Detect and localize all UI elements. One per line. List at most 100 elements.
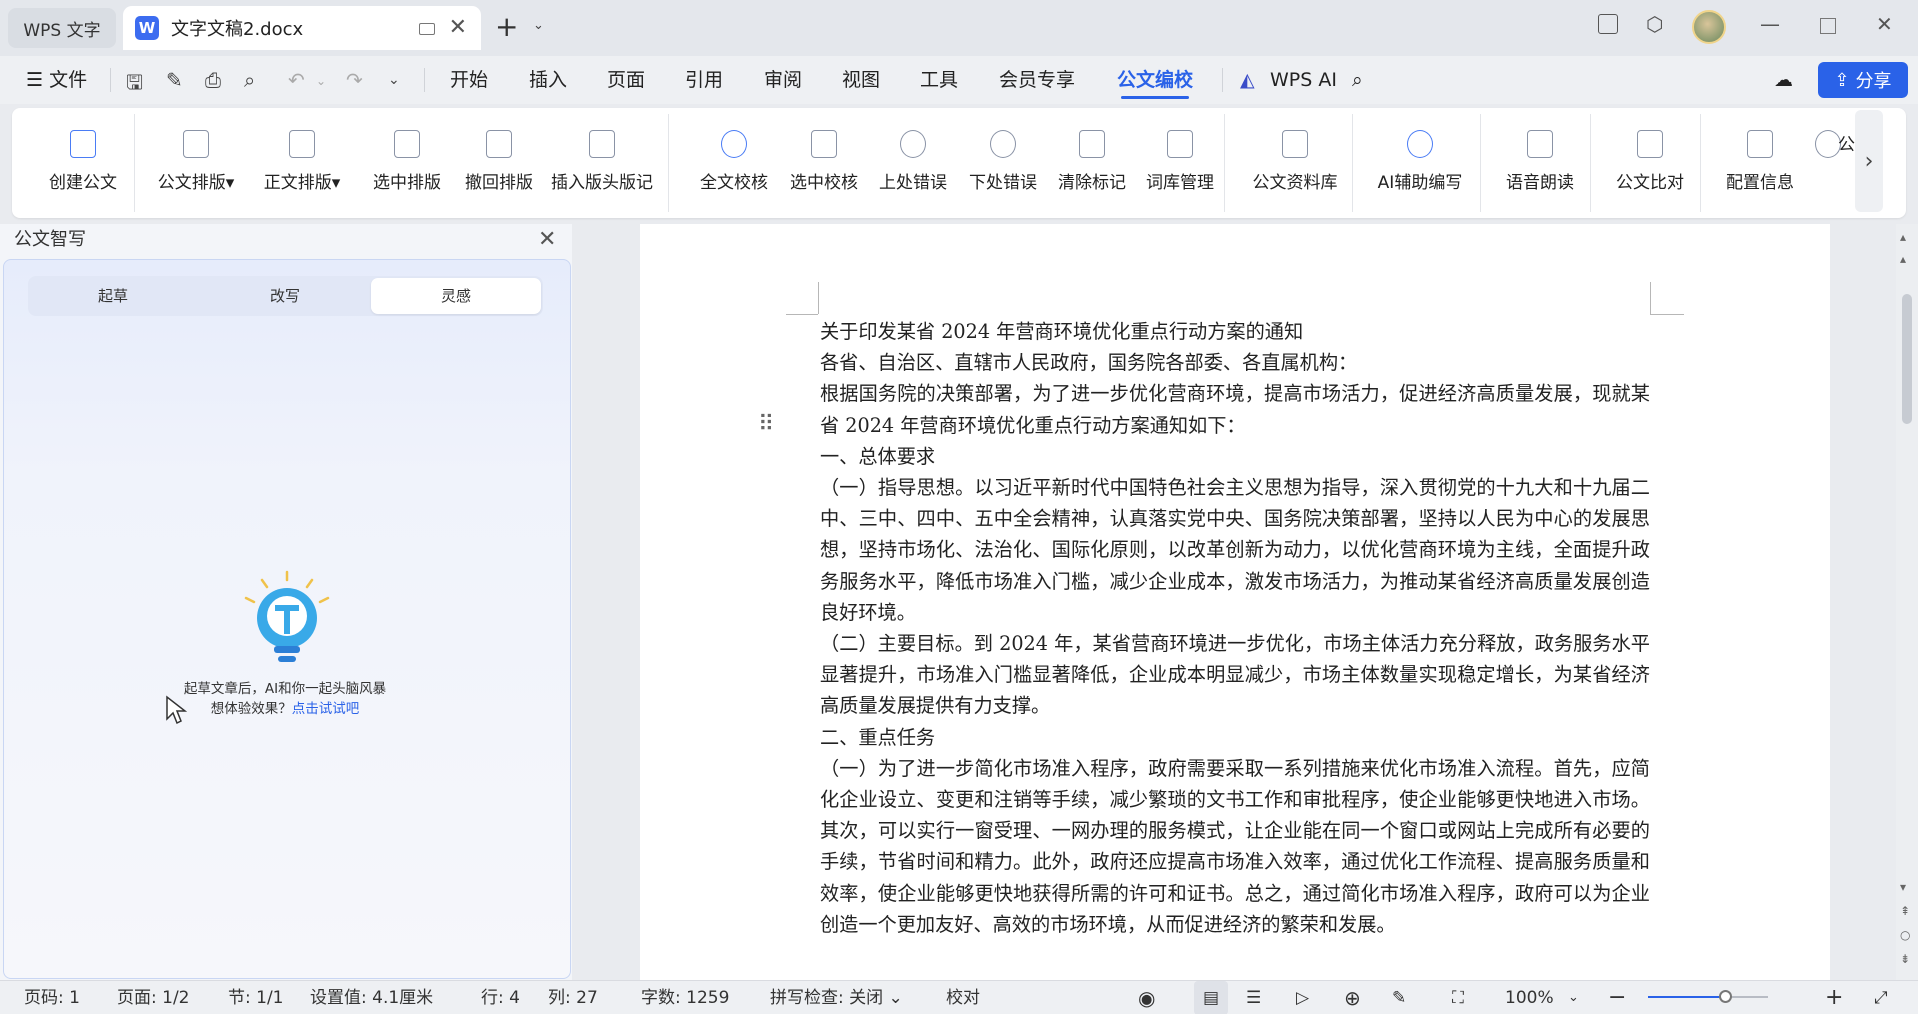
app-home-tab[interactable]: WPS 文字 <box>8 8 116 48</box>
truncated-ribbon-button[interactable]: 公 <box>1808 108 1855 218</box>
document-body[interactable]: 关于印发某省 2024 年营商环境优化重点行动方案的通知 各省、自治区、直辖市人… <box>820 316 1650 940</box>
scroll-down-arrow-icon[interactable]: ▾ <box>1900 880 1906 894</box>
scrollbar-thumb[interactable] <box>1902 294 1912 424</box>
divider <box>110 68 111 92</box>
minimize-icon[interactable]: — <box>1760 12 1780 36</box>
scroll-up-small-icon[interactable]: ▴ <box>1900 252 1906 266</box>
tab-rewrite[interactable]: 改写 <box>200 276 370 316</box>
side-panel-title: 公文智写 <box>14 229 86 250</box>
ribbon-scroll-right-button[interactable]: › <box>1855 110 1883 212</box>
status-wordcount[interactable]: 字数: 1259 <box>641 981 729 1014</box>
status-proof[interactable]: 校对 <box>946 981 980 1014</box>
fullscreen-icon[interactable]: ⤢ <box>1874 981 1888 1014</box>
window-switch-icon[interactable] <box>1598 14 1618 34</box>
selection-layout-button[interactable]: 选中排版 <box>360 108 454 218</box>
chevron-down-icon[interactable]: ⌄ <box>533 18 544 33</box>
status-section[interactable]: 节: 1/1 <box>228 981 284 1014</box>
chevron-right-circle-icon <box>990 130 1016 158</box>
button-label: 插入版头版记 <box>551 173 653 193</box>
cloud-icon[interactable]: ☁ <box>1774 56 1793 104</box>
menu-member[interactable]: 会员专享 <box>999 56 1075 104</box>
doc-library-button[interactable]: 公文资料库 <box>1240 108 1350 218</box>
menu-start[interactable]: 开始 <box>450 56 488 104</box>
zoom-dropdown-icon[interactable]: ⌄ <box>1568 981 1579 1014</box>
print-icon[interactable]: ⎙ <box>205 68 221 92</box>
monitor-icon[interactable] <box>419 23 435 35</box>
body-layout-button[interactable]: 正文排版▾ <box>252 108 352 218</box>
hint-line1: 起草文章后，AI和你一起头脑风暴 <box>183 681 387 697</box>
status-spellcheck[interactable]: 拼写检查: 关闭 ⌄ <box>770 981 903 1014</box>
prev-error-button[interactable]: 上处错误 <box>867 108 959 218</box>
create-doc-button[interactable]: 创建公文 <box>28 108 138 218</box>
scroll-up-arrow-icon[interactable]: ▴ <box>1900 230 1906 244</box>
print-preview-icon[interactable]: ⌕ <box>244 68 255 92</box>
zoom-level[interactable]: 100% <box>1505 981 1554 1014</box>
undo-dropdown-icon[interactable]: ⌄ <box>316 74 326 88</box>
close-window-icon[interactable]: ✕ <box>1876 12 1893 36</box>
status-setting[interactable]: 设置值: 4.1厘米 <box>310 981 433 1014</box>
menu-references[interactable]: 引用 <box>685 56 723 104</box>
zoom-out-icon[interactable]: − <box>1608 981 1626 1014</box>
full-proofread-button[interactable]: 全文校核 <box>688 108 780 218</box>
save-icon[interactable]: 🖫 <box>126 68 143 102</box>
zoom-in-icon[interactable]: + <box>1825 981 1843 1014</box>
cube-icon[interactable]: ⬡ <box>1646 12 1663 36</box>
menu-insert[interactable]: 插入 <box>529 56 567 104</box>
browse-object-icon[interactable]: ○ <box>1900 928 1910 942</box>
menu-page[interactable]: 页面 <box>607 56 645 104</box>
tab-draft[interactable]: 起草 <box>28 276 198 316</box>
doc-layout-button[interactable]: 公文排版▾ <box>146 108 246 218</box>
menu-review[interactable]: 审阅 <box>764 56 802 104</box>
pen-icon[interactable]: ✎ <box>1392 981 1406 1014</box>
close-tab-icon[interactable]: ✕ <box>449 15 467 40</box>
doc-layout-icon <box>183 130 209 158</box>
selection-proofread-button[interactable]: 选中校核 <box>778 108 870 218</box>
menu-file[interactable]: ☰ 文件 <box>26 56 87 104</box>
new-tab-button[interactable]: + <box>495 10 518 43</box>
button-text: 公文排版 <box>157 173 226 193</box>
read-aloud-button[interactable]: 语音朗读 <box>1492 108 1588 218</box>
ai-assist-button[interactable]: AI辅助编写 <box>1364 108 1476 218</box>
more-quick-actions-icon[interactable]: ⌄ <box>388 72 400 88</box>
status-page[interactable]: 页面: 1/2 <box>117 981 190 1014</box>
config-info-button[interactable]: 配置信息 <box>1712 108 1808 218</box>
doc-paragraph: （一）为了进一步简化市场准入程序，政府需要采取一系列措施来优化市场准入流程。首先… <box>820 756 1650 936</box>
eye-icon[interactable]: ◉ <box>1138 981 1155 1014</box>
share-button[interactable]: ⇪ 分享 <box>1818 62 1908 98</box>
page-view-icon[interactable]: ▤ <box>1194 981 1228 1014</box>
outline-view-icon[interactable]: ☰ <box>1246 981 1261 1014</box>
maximize-icon[interactable] <box>1820 18 1836 34</box>
status-page-code[interactable]: 页码: 1 <box>24 981 80 1014</box>
next-error-button[interactable]: 下处错误 <box>957 108 1049 218</box>
menu-official-doc[interactable]: 公文编校 <box>1117 56 1193 104</box>
play-icon[interactable]: ▷ <box>1296 981 1309 1014</box>
undo-layout-button[interactable]: 撤回排版 <box>452 108 546 218</box>
menu-tools[interactable]: 工具 <box>920 56 958 104</box>
clear-marks-button[interactable]: 清除标记 <box>1046 108 1138 218</box>
doc-compare-button[interactable]: 公文比对 <box>1602 108 1698 218</box>
menu-view[interactable]: 视图 <box>842 56 880 104</box>
search-icon[interactable]: ⌕ <box>1352 56 1363 104</box>
close-panel-icon[interactable]: ✕ <box>538 224 556 256</box>
globe-icon[interactable]: ⊕ <box>1344 981 1361 1014</box>
insert-header-footer-button[interactable]: 插入版头版记 <box>542 108 662 218</box>
lexicon-button[interactable]: 词库管理 <box>1134 108 1226 218</box>
mouse-cursor-icon <box>165 695 188 732</box>
zoom-slider-handle[interactable] <box>1719 990 1732 1003</box>
drag-handle-icon[interactable]: ⠿ <box>758 412 774 437</box>
next-page-icon[interactable]: ⇟ <box>1900 952 1910 966</box>
document-tab[interactable]: W 文字文稿2.docx ✕ <box>123 6 481 50</box>
status-col[interactable]: 列: 27 <box>548 981 598 1014</box>
prev-page-icon[interactable]: ⇞ <box>1900 904 1910 918</box>
undo-icon[interactable]: ↶ <box>288 68 305 92</box>
try-it-link[interactable]: 点击试试吧 <box>292 701 360 717</box>
button-text: 正文排版 <box>263 173 332 193</box>
tab-inspiration[interactable]: 灵感 <box>371 278 541 314</box>
menu-wps-ai[interactable]: WPS AI <box>1270 56 1337 104</box>
status-row[interactable]: 行: 4 <box>481 981 520 1014</box>
avatar[interactable] <box>1692 10 1726 44</box>
format-painter-icon[interactable]: ✎ <box>166 68 183 92</box>
divider <box>668 114 669 212</box>
redo-icon[interactable]: ↷ <box>346 68 363 92</box>
fit-page-icon[interactable]: ⛶ <box>1452 981 1464 1014</box>
